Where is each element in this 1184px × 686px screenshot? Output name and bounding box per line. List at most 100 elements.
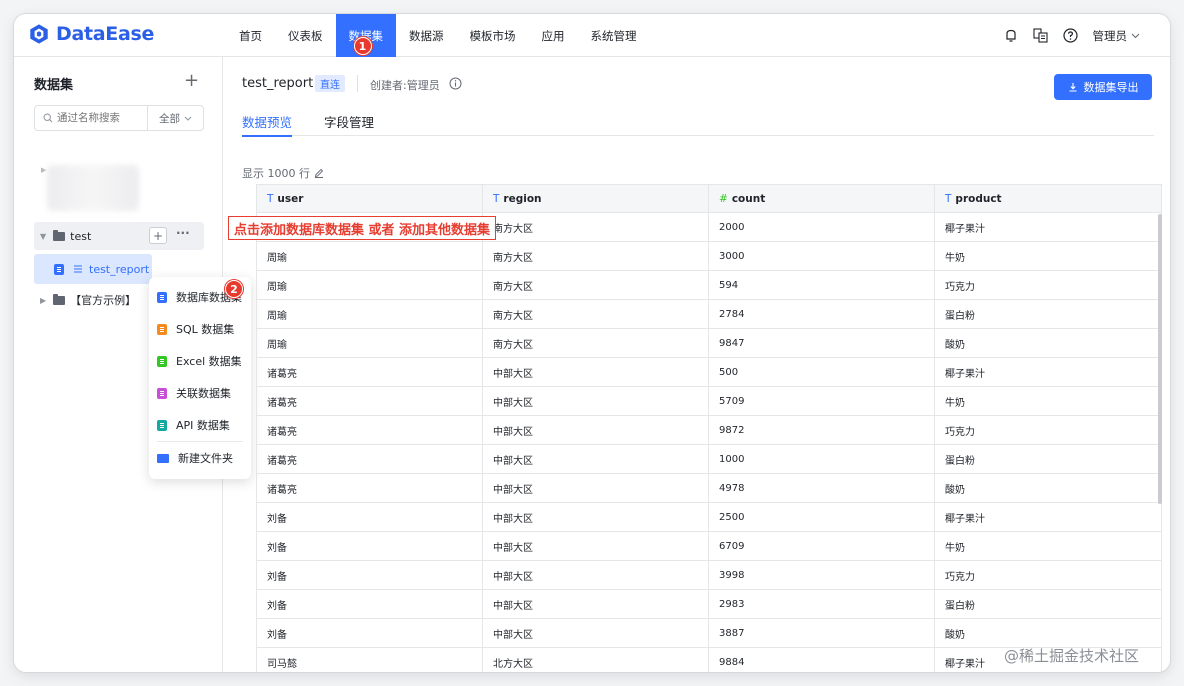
table-cell: 牛奶 <box>945 542 965 554</box>
table-cell: 2983 <box>709 590 935 618</box>
table-cell: 中部大区 <box>483 358 709 386</box>
table-scrollbar[interactable] <box>1158 214 1162 504</box>
table-row[interactable]: 诸葛亮 中部大区 9872 巧克力 <box>257 416 1161 445</box>
table-row[interactable]: 刘备 中部大区 3887 酸奶 <box>257 619 1161 648</box>
info-icon[interactable] <box>449 77 462 90</box>
table-cell: 刘备 <box>257 532 483 560</box>
nav-system[interactable]: 系统管理 <box>578 14 650 57</box>
table-row[interactable]: 刘备 中部大区 6709 牛奶 <box>257 532 1161 561</box>
export-dataset-button[interactable]: 数据集导出 <box>1054 74 1152 100</box>
column-header-region[interactable]: Tregion <box>483 185 709 213</box>
add-dataset-icon[interactable]: + <box>184 70 199 91</box>
divider <box>357 75 358 92</box>
table-cell: 诸葛亮 <box>257 445 483 473</box>
database-icon <box>157 291 167 303</box>
table-row[interactable]: 周瑜 南方大区 2784 蛋白粉 <box>257 300 1161 329</box>
row-count-setting[interactable]: 显示 1000 行 <box>242 165 324 181</box>
table-cell: 594 <box>709 271 935 299</box>
text-type-icon: T <box>267 193 274 205</box>
table-row[interactable]: 周瑜 南方大区 9847 酸奶 <box>257 329 1161 358</box>
nav-right-tools: 管理员 <box>1003 14 1141 57</box>
table-cell: 中部大区 <box>483 503 709 531</box>
table-row[interactable]: 诸葛亮 中部大区 5709 牛奶 <box>257 387 1161 416</box>
table-cell: 中部大区 <box>483 590 709 618</box>
table-cell: 中部大区 <box>483 474 709 502</box>
nav-datasource[interactable]: 数据源 <box>396 14 457 57</box>
tree-folder-test[interactable]: ▼ test + ··· <box>34 222 204 250</box>
edit-icon[interactable] <box>314 168 324 178</box>
table-cell: 蛋白粉 <box>945 600 975 612</box>
nav-system-label: 系统管理 <box>590 28 637 43</box>
caret-right-icon[interactable]: ▶ <box>40 296 46 305</box>
logo[interactable]: DataEase <box>28 23 154 45</box>
caret-down-icon[interactable]: ▼ <box>40 232 46 241</box>
table-cell: 2784 <box>709 300 935 328</box>
tree-dataset-test-report[interactable]: test_report <box>34 254 152 284</box>
search-box: 全部 <box>34 105 204 131</box>
table-row[interactable]: 刘备 中部大区 2983 蛋白粉 <box>257 590 1161 619</box>
nav-dataset[interactable]: 数据集 1 <box>335 14 396 57</box>
column-header-product[interactable]: Tproduct <box>935 185 1161 213</box>
filter-label: 全部 <box>159 112 180 125</box>
top-navbar: DataEase 首页 仪表板 数据集 1 数据源 模板市场 应用 系统管理 管… <box>14 14 1170 57</box>
table-cell: 牛奶 <box>945 252 965 264</box>
table-cell: 巧克力 <box>945 571 975 583</box>
blurred-tree-items <box>47 165 139 211</box>
table-cell: 5709 <box>709 387 935 415</box>
field-list-icon <box>74 265 82 273</box>
user-menu[interactable]: 管理员 <box>1093 28 1141 44</box>
tab-field-management[interactable]: 字段管理 <box>324 112 374 136</box>
table-row[interactable]: 诸葛亮 中部大区 500 椰子果汁 <box>257 358 1161 387</box>
table-cell: 周瑜 <box>257 242 483 270</box>
data-preview-table: Tuser Tregion #count Tproduct 周瑜南方大区2000… <box>256 184 1162 672</box>
table-row[interactable]: 周瑜 南方大区 3000 牛奶 <box>257 242 1161 271</box>
folder-test-label: test <box>70 229 92 243</box>
table-cell: 南方大区 <box>483 213 709 241</box>
dataease-logo-icon <box>30 24 48 44</box>
column-header-count[interactable]: # count <box>709 185 935 213</box>
nav-home[interactable]: 首页 <box>226 14 275 57</box>
nav-template-market[interactable]: 模板市场 <box>457 14 529 57</box>
table-cell: 1000 <box>709 445 935 473</box>
column-name: count <box>731 193 766 205</box>
table-cell: 司马懿 <box>257 648 483 672</box>
nav-dashboard[interactable]: 仪表板 <box>275 14 336 57</box>
mode-tag: 直连 <box>315 75 345 92</box>
table-cell: 椰子果汁 <box>945 513 985 525</box>
menu-label-api: API 数据集 <box>176 419 230 432</box>
more-icon[interactable]: ··· <box>176 226 190 240</box>
notification-icon[interactable] <box>1003 28 1019 44</box>
table-cell: 周瑜 <box>257 271 483 299</box>
filter-select[interactable]: 全部 <box>147 106 203 130</box>
table-row[interactable]: 刘备 中部大区 3998 巧克力 <box>257 561 1161 590</box>
table-cell: 周瑜 <box>257 329 483 357</box>
sidebar-title: 数据集 <box>34 78 74 93</box>
table-cell: 中部大区 <box>483 532 709 560</box>
dataset-tabs: 数据预览 字段管理 <box>242 112 1154 137</box>
table-row[interactable]: 刘备 中部大区 2500 椰子果汁 <box>257 503 1161 532</box>
user-name: 管理员 <box>1092 28 1128 43</box>
table-row[interactable]: 诸葛亮 中部大区 1000 蛋白粉 <box>257 445 1161 474</box>
tree-folder-examples[interactable]: ▶ 【官方示例】 <box>40 292 136 308</box>
caret-right-icon[interactable]: ▶ <box>41 166 46 174</box>
table-cell: 北方大区 <box>483 648 709 672</box>
table-cell: 诸葛亮 <box>257 358 483 386</box>
app-switch-icon[interactable] <box>1033 28 1049 44</box>
column-header-user[interactable]: Tuser <box>257 185 483 213</box>
table-cell: 刘备 <box>257 503 483 531</box>
folder-icon <box>53 229 66 241</box>
folder-add-button[interactable]: + <box>149 227 167 244</box>
tab-data-preview[interactable]: 数据预览 <box>242 112 293 137</box>
table-row[interactable]: 周瑜 南方大区 594 巧克力 <box>257 271 1161 300</box>
nav-apps[interactable]: 应用 <box>529 14 578 57</box>
table-cell: 刘备 <box>257 619 483 647</box>
text-type-icon: T <box>945 193 952 205</box>
table-cell: 刘备 <box>257 590 483 618</box>
table-cell: 6709 <box>709 532 935 560</box>
help-icon[interactable] <box>1063 28 1079 44</box>
table-cell: 诸葛亮 <box>257 416 483 444</box>
table-row[interactable]: 诸葛亮 中部大区 4978 酸奶 <box>257 474 1161 503</box>
column-name: user <box>277 193 304 205</box>
table-cell: 4978 <box>709 474 935 502</box>
table-cell: 3887 <box>709 619 935 647</box>
